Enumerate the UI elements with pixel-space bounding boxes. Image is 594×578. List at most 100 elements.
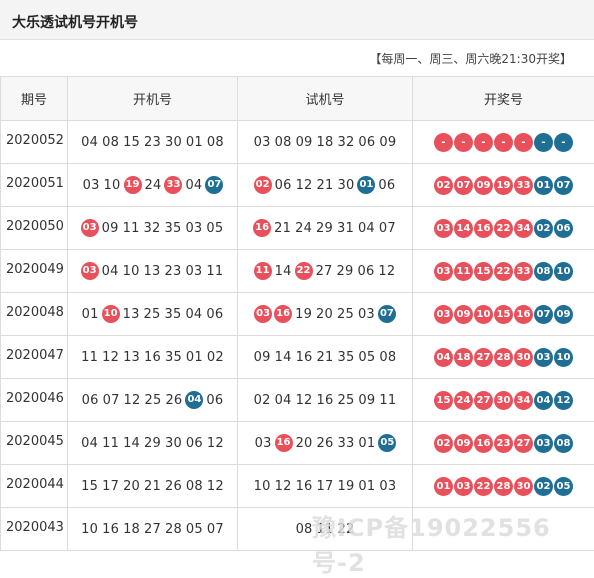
- trial-number-cell: 16212429310407: [238, 207, 413, 250]
- number: 28: [165, 522, 182, 537]
- open-number-cell: 04111429300612: [68, 422, 238, 465]
- number: 05: [206, 221, 223, 236]
- issue-number: 2020050: [1, 207, 68, 250]
- number: 12: [207, 479, 224, 494]
- number: 12: [102, 350, 119, 365]
- blue-ball: 03: [534, 348, 553, 367]
- number: 16: [296, 479, 313, 494]
- red-ball: 16: [474, 219, 493, 238]
- draw-number-cell: 01032228300205: [413, 465, 594, 508]
- open-number-cell: 03091132350305: [68, 207, 238, 250]
- number: 25: [337, 393, 354, 408]
- blue-ball: -: [534, 133, 553, 152]
- number: 03: [254, 135, 271, 150]
- draw-number-cell: 15242730340412: [413, 379, 594, 422]
- number: 27: [144, 522, 161, 537]
- red-ball: 34: [514, 391, 533, 410]
- table-body: 20200520408152330010803080918320609-----…: [1, 121, 594, 551]
- number: 21: [274, 221, 291, 236]
- trial-number-cell: 03161920250307: [238, 293, 413, 336]
- page-title: 大乐透试机号开机号: [12, 12, 138, 32]
- red-ball: -: [434, 133, 453, 152]
- number: 21: [317, 178, 334, 193]
- number: 16: [317, 393, 334, 408]
- number: 02: [254, 393, 271, 408]
- number: 25: [144, 307, 161, 322]
- number: 02: [207, 350, 224, 365]
- issue-number: 2020046: [1, 379, 68, 422]
- number: 05: [358, 350, 375, 365]
- title-bar: 大乐透试机号开机号: [0, 0, 594, 40]
- blue-ball: 04: [185, 391, 203, 409]
- number: 03: [358, 307, 375, 322]
- trial-number-cell: 10121617190103: [238, 465, 413, 508]
- open-number-cell: 06071225260406: [68, 379, 238, 422]
- red-ball: 33: [514, 262, 533, 281]
- number: 06: [358, 135, 375, 150]
- blue-ball: 02: [534, 219, 553, 238]
- number: 29: [337, 264, 354, 279]
- number: 01: [82, 307, 99, 322]
- number: 07: [103, 393, 120, 408]
- number: 09: [358, 393, 375, 408]
- red-ball: 11: [254, 262, 272, 280]
- red-ball: 33: [164, 176, 182, 194]
- number: 04: [358, 221, 375, 236]
- number: 13: [144, 264, 161, 279]
- number: 32: [144, 221, 161, 236]
- red-ball: 03: [434, 262, 453, 281]
- blue-ball: 12: [554, 391, 573, 410]
- number: 26: [317, 436, 334, 451]
- issue-number: 2020048: [1, 293, 68, 336]
- column-header-issue: 期号: [1, 77, 68, 121]
- red-ball: 02: [434, 176, 453, 195]
- red-ball: 22: [494, 219, 513, 238]
- number: 03: [185, 221, 202, 236]
- red-ball: 03: [434, 305, 453, 324]
- column-header-open-number: 开机号: [68, 77, 238, 121]
- number: 06: [275, 178, 292, 193]
- number: 11: [123, 221, 140, 236]
- blue-ball: 10: [554, 262, 573, 281]
- number: 35: [337, 350, 354, 365]
- number: 12: [124, 393, 141, 408]
- number: 06: [206, 393, 223, 408]
- number: 08: [102, 135, 119, 150]
- column-header-draw-number: 开奖号: [413, 77, 594, 121]
- number: 20: [316, 307, 333, 322]
- draw-number-cell: 02070919330107: [413, 164, 594, 207]
- table-row: 2020048011013253504060316192025030703091…: [1, 293, 594, 336]
- number: 27: [316, 264, 333, 279]
- red-ball: 18: [454, 348, 473, 367]
- red-ball: 34: [514, 219, 533, 238]
- red-ball: 15: [494, 305, 513, 324]
- red-ball: 16: [474, 434, 493, 453]
- number: 10: [104, 178, 121, 193]
- red-ball: 22: [474, 477, 493, 496]
- number: 15: [81, 479, 98, 494]
- number: 11: [206, 264, 223, 279]
- number: 26: [165, 393, 182, 408]
- number: 10: [123, 264, 140, 279]
- blue-ball: 01: [357, 176, 375, 194]
- red-ball: 16: [275, 434, 293, 452]
- red-ball: 03: [434, 219, 453, 238]
- number: 08: [275, 135, 292, 150]
- number: 30: [165, 135, 182, 150]
- blue-ball: 03: [534, 434, 553, 453]
- column-header-trial-number: 试机号: [238, 77, 413, 121]
- open-number-cell: 01101325350406: [68, 293, 238, 336]
- blue-ball: 09: [554, 305, 573, 324]
- red-ball: 04: [434, 348, 453, 367]
- number: 26: [165, 479, 182, 494]
- blue-ball: 05: [378, 434, 396, 452]
- open-number-cell: 15172021260812: [68, 465, 238, 508]
- number: 09: [379, 135, 396, 150]
- number: 23: [165, 264, 182, 279]
- red-ball: 19: [124, 176, 142, 194]
- number: 03: [379, 479, 396, 494]
- number: 21: [317, 350, 334, 365]
- red-ball: 30: [494, 391, 513, 410]
- blue-ball: 07: [378, 305, 396, 323]
- issue-number: 2020049: [1, 250, 68, 293]
